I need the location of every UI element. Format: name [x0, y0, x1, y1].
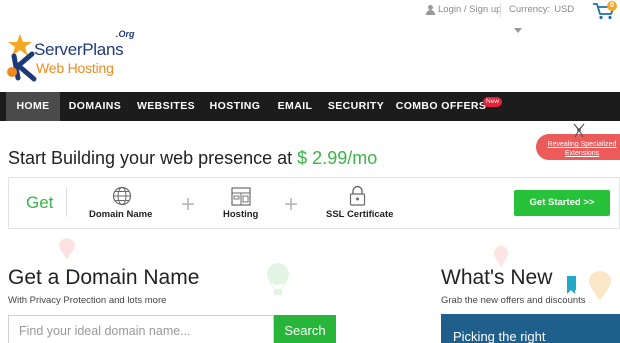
plus-icon: +: [284, 191, 299, 218]
map-pin-icon: [589, 271, 611, 301]
nav-item-domains[interactable]: DOMAINS: [60, 92, 130, 121]
hero-price: $ 2.99/mo: [297, 148, 378, 168]
domain-section-subtitle: With Privacy Protection and lots more: [8, 295, 167, 306]
globe-icon: [112, 186, 132, 206]
nav-item-home[interactable]: HOME: [6, 92, 60, 121]
whats-new-subtitle: Grab the new offers and discounts: [441, 295, 586, 306]
whats-new-card-text: Picking the right: [453, 329, 546, 343]
nav-item-security[interactable]: SECURITY: [322, 92, 390, 121]
logo-org-text: .Org: [116, 29, 135, 39]
user-icon: [426, 4, 435, 15]
strip-item-hosting: Hosting: [223, 209, 259, 220]
top-divider: [500, 3, 501, 17]
server-icon: [231, 187, 251, 206]
promo-text[interactable]: Revealing Specialized Extensions: [540, 140, 620, 158]
nav-item-hosting[interactable]: HOSTING: [202, 92, 268, 121]
login-signup-label: Login / Sign up: [438, 4, 502, 15]
nav-item-combo-offers[interactable]: COMBO OFFERS: [392, 92, 490, 121]
currency-value: USD: [554, 4, 575, 15]
search-button[interactable]: Search: [274, 315, 336, 343]
strip-divider: [66, 187, 67, 217]
get-started-button[interactable]: Get Started >>: [514, 190, 610, 216]
domain-search-input[interactable]: [8, 315, 274, 343]
strip-get-label: Get: [26, 193, 54, 212]
login-signup-link[interactable]: Login / Sign up: [426, 4, 501, 15]
lock-icon: [349, 185, 366, 206]
strip-item-ssl: SSL Certificate: [326, 209, 394, 220]
logo-name-text: ServerPlans: [34, 40, 124, 59]
strip-item-domain: Domain Name: [89, 209, 153, 220]
logo-subtitle-text: Web Hosting: [36, 60, 114, 76]
top-utility-bar: Login / Sign up Currency: USD 0: [0, 0, 620, 33]
hero-title: Start Building your web presence at $ 2.…: [8, 148, 377, 169]
whats-new-title: What's New: [441, 266, 553, 289]
currency-label: Currency:: [509, 4, 551, 15]
hero-title-text: Start Building your web presence at: [8, 148, 298, 168]
cart-count-badge: 0: [607, 1, 617, 11]
chevron-down-icon[interactable]: [514, 28, 522, 33]
map-pin-icon: [59, 238, 75, 259]
main-navigation: HOME DOMAINS WEBSITES HOSTING EMAIL SECU…: [0, 92, 620, 121]
currency-selector[interactable]: Currency: USD: [509, 4, 574, 15]
map-pin-icon: [494, 246, 508, 267]
domain-section-title: Get a Domain Name: [8, 266, 200, 289]
bookmark-icon: [567, 276, 576, 294]
nav-item-email[interactable]: EMAIL: [268, 92, 322, 121]
new-badge: New: [483, 97, 503, 107]
plus-icon: +: [181, 191, 196, 218]
hot-air-balloon-icon: [267, 263, 289, 295]
ribbon-icon: [573, 123, 585, 138]
nav-item-websites[interactable]: WEBSITES: [130, 92, 202, 121]
